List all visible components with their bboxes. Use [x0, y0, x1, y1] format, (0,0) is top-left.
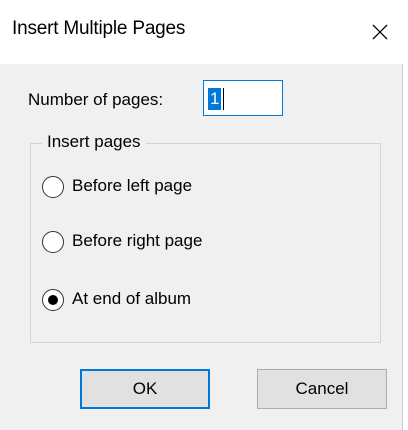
radio-button-circle[interactable] [42, 176, 64, 198]
insert-pages-legend: Insert pages [42, 132, 146, 152]
radio-label: At end of album [72, 289, 192, 308]
cancel-button[interactable]: Cancel [257, 369, 387, 409]
number-of-pages-input[interactable]: 1 [203, 80, 283, 116]
radio-label: Before left page [72, 176, 193, 195]
radio-label: Before right page [72, 231, 203, 250]
number-of-pages-value: 1 [210, 89, 220, 108]
radio-button-circle[interactable] [42, 231, 64, 253]
number-of-pages-label: Number of pages: [28, 90, 164, 109]
window-edge-line [402, 64, 403, 430]
title-bar[interactable]: Insert Multiple Pages [0, 0, 408, 64]
close-icon [372, 24, 388, 40]
ok-button[interactable]: OK [80, 369, 210, 409]
insert-multiple-pages-dialog: Insert Multiple Pages Number of pages: 1… [0, 0, 408, 430]
dialog-title: Insert Multiple Pages [12, 18, 186, 39]
text-caret [223, 88, 224, 110]
close-button[interactable] [350, 4, 408, 60]
radio-button-circle[interactable] [42, 289, 64, 311]
radio-selected-dot [48, 295, 58, 305]
